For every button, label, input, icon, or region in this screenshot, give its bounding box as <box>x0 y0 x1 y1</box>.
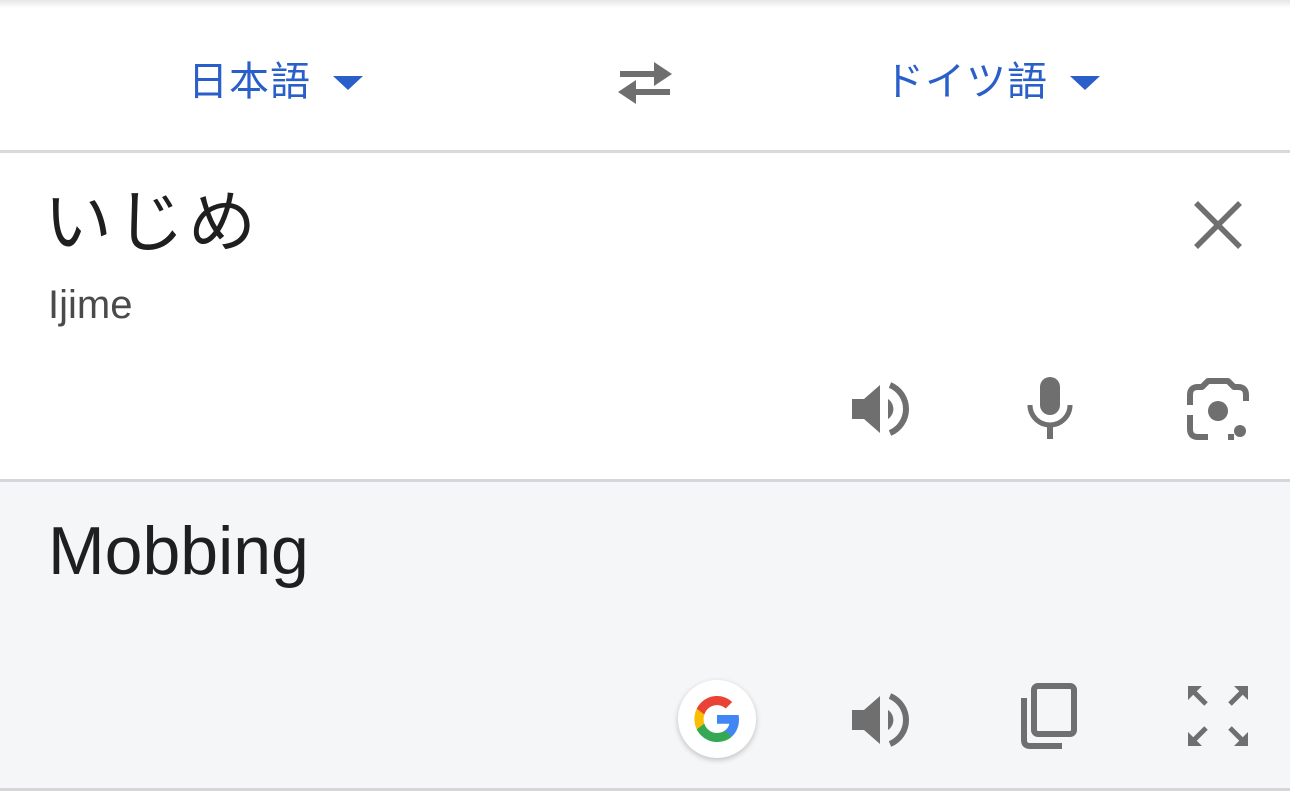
copy-button[interactable] <box>1014 682 1082 750</box>
caret-down-icon <box>1070 76 1100 90</box>
source-panel[interactable]: いじめ Ijime <box>0 153 1290 479</box>
microphone-icon <box>1027 377 1073 439</box>
microphone-button[interactable] <box>1016 375 1084 443</box>
swap-languages-button[interactable] <box>612 52 678 108</box>
translation-listen-button[interactable] <box>848 686 916 754</box>
camera-lens-icon <box>1187 378 1249 440</box>
translate-widget: 日本語 ドイツ語 いじめ Ijime Mobbing <box>0 0 1290 791</box>
speaker-icon <box>852 382 909 436</box>
google-g-icon <box>694 696 739 742</box>
speaker-icon <box>852 693 909 747</box>
swap-arrows-icon <box>618 62 672 104</box>
fullscreen-button[interactable] <box>1184 682 1252 750</box>
fullscreen-icon <box>1188 686 1248 746</box>
translation-text: Mobbing <box>48 513 309 589</box>
camera-button[interactable] <box>1184 375 1252 443</box>
copy-icon <box>1021 683 1077 749</box>
result-panel: Mobbing <box>0 482 1290 788</box>
romanization-text: Ijime <box>48 283 133 327</box>
target-language-button[interactable]: ドイツ語 <box>884 48 1100 108</box>
language-bar: 日本語 ドイツ語 <box>0 8 1290 150</box>
caret-down-icon <box>333 76 363 90</box>
source-language-label: 日本語 <box>188 59 311 105</box>
source-language-button[interactable]: 日本語 <box>188 48 363 108</box>
target-language-label: ドイツ語 <box>884 59 1048 105</box>
clear-button[interactable] <box>1190 197 1246 253</box>
google-button[interactable] <box>678 680 756 758</box>
close-icon <box>1194 201 1242 249</box>
source-text[interactable]: いじめ <box>44 183 260 265</box>
source-listen-button[interactable] <box>848 375 916 443</box>
top-shadow <box>0 0 1290 8</box>
